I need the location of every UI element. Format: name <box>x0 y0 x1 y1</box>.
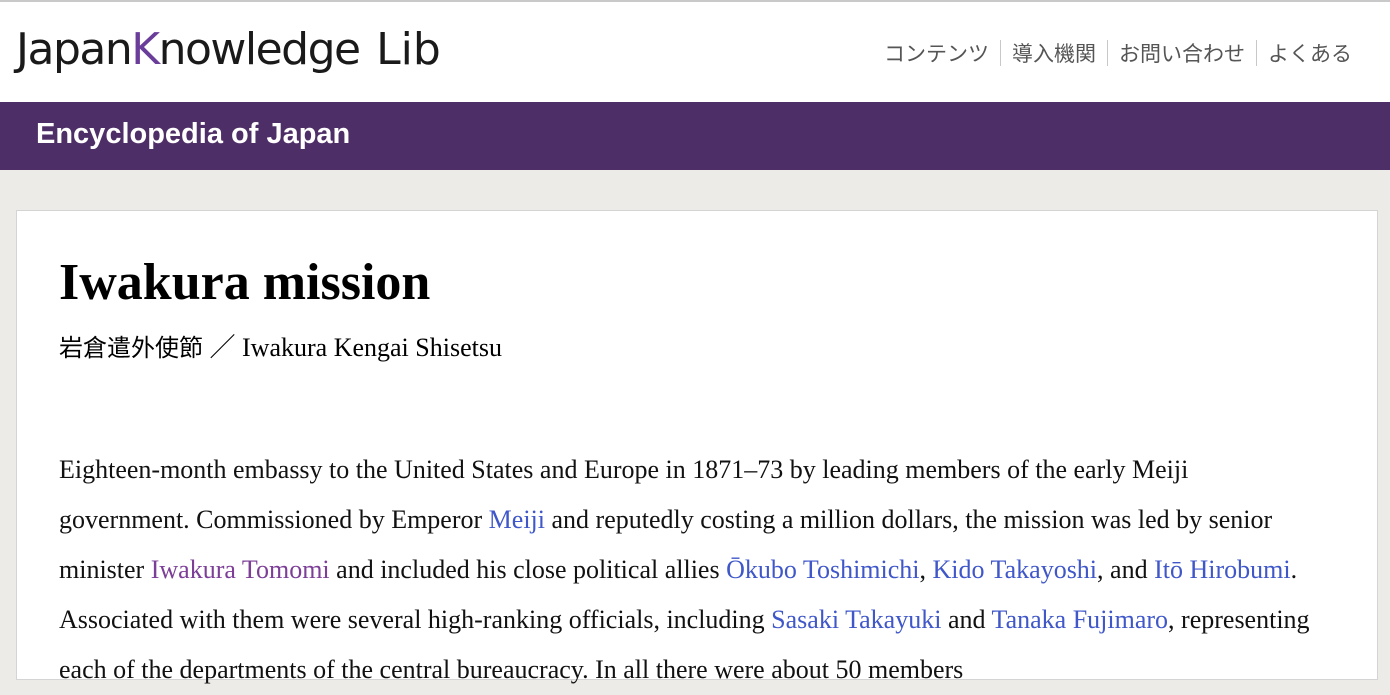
subtitle-romaji: Iwakura Kengai Shisetsu <box>242 333 502 362</box>
nav-institutions[interactable]: 導入機関 <box>1012 38 1096 68</box>
logo-japan: Japan <box>16 24 133 75</box>
article-card: Iwakura mission 岩倉遣外使節 ／ Iwakura Kengai … <box>16 210 1378 684</box>
nav-contents[interactable]: コンテンツ <box>884 38 989 68</box>
section-banner: Encyclopedia of Japan <box>0 102 1390 170</box>
site-logo[interactable]: JapanKnowledge Lib <box>16 20 441 80</box>
article-body: Eighteen-month embassy to the United Sta… <box>59 445 1321 695</box>
body-text: and <box>941 605 992 634</box>
top-nav: コンテンツ 導入機関 お問い合わせ よくある <box>884 38 1352 68</box>
link-okubo-toshimichi[interactable]: Ōkubo Toshimichi <box>726 555 919 584</box>
body-text: , <box>919 555 933 584</box>
nav-contact[interactable]: お問い合わせ <box>1119 38 1245 68</box>
logo-lib: Lib <box>376 24 441 75</box>
logo-nowledge: nowledge <box>158 24 362 75</box>
link-tanaka-fujimaro[interactable]: Tanaka Fujimaro <box>992 605 1169 634</box>
nav-divider <box>1107 40 1108 66</box>
nav-divider <box>1000 40 1001 66</box>
nav-divider <box>1256 40 1257 66</box>
body-text: , and <box>1097 555 1155 584</box>
article-subtitle: 岩倉遣外使節 ／ Iwakura Kengai Shisetsu <box>59 327 502 364</box>
article-title: Iwakura mission <box>59 254 431 311</box>
link-iwakura-tomomi[interactable]: Iwakura Tomomi <box>151 555 330 584</box>
link-ito-hirobumi[interactable]: Itō Hirobumi <box>1154 555 1291 584</box>
link-sasaki-takayuki[interactable]: Sasaki Takayuki <box>771 605 941 634</box>
nav-faq[interactable]: よくある <box>1268 38 1352 68</box>
banner-title: Encyclopedia of Japan <box>36 118 351 150</box>
logo-k: K <box>131 24 160 75</box>
subtitle-japanese: 岩倉遣外使節 <box>59 334 203 362</box>
link-meiji[interactable]: Meiji <box>489 505 545 534</box>
subtitle-separator: ／ <box>203 333 243 362</box>
link-kido-takayoshi[interactable]: Kido Takayoshi <box>933 555 1098 584</box>
site-header: JapanKnowledge Lib コンテンツ 導入機関 お問い合わせ よくあ… <box>0 2 1390 102</box>
body-text: and included his close political allies <box>329 555 727 584</box>
